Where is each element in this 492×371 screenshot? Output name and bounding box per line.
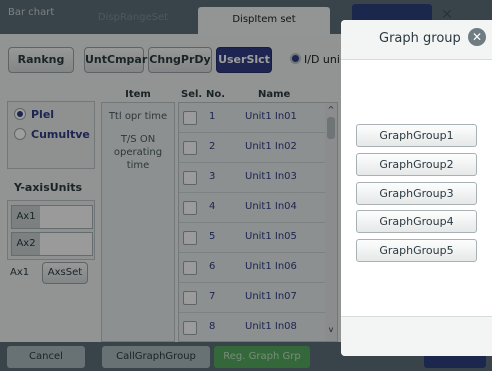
graph-group-5-button[interactable]: GraphGroup5 (356, 239, 477, 262)
close-icon[interactable]: ✕ (468, 28, 486, 46)
dialog-header: Graph group ✕ (341, 20, 492, 60)
graph-group-1-button[interactable]: GraphGroup1 (356, 124, 477, 147)
graph-group-dialog: Graph group ✕ GraphGroup1 GraphGroup2 Gr… (341, 20, 492, 356)
dialog-footer (341, 316, 492, 356)
graph-group-3-button[interactable]: GraphGroup3 (356, 182, 477, 205)
dialog-title: Graph group (379, 31, 461, 46)
graph-group-4-button[interactable]: GraphGroup4 (356, 210, 477, 233)
graph-group-2-button[interactable]: GraphGroup2 (356, 153, 477, 176)
